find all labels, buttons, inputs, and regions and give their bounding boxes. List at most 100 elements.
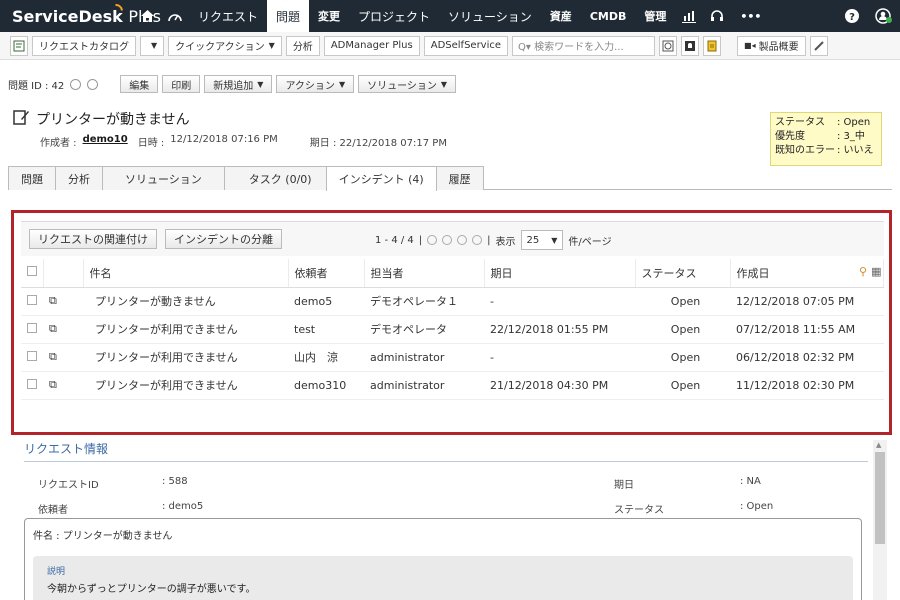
- incident-subject[interactable]: プリンターが利用できません: [83, 371, 288, 400]
- tab-solution[interactable]: ソリューション: [102, 166, 225, 190]
- datetime-value: 12/12/2018 07:16 PM: [170, 134, 278, 145]
- table-row[interactable]: ⧉ プリンターが利用できません 山内 涼 administrator - Ope…: [21, 343, 884, 372]
- tab-history[interactable]: 履歴: [435, 166, 484, 190]
- link-request-button[interactable]: リクエストの関連付け: [29, 229, 157, 249]
- incident-subject[interactable]: プリンターが利用できません: [83, 315, 288, 344]
- brand-logo[interactable]: ServiceDesk Plus: [0, 0, 161, 26]
- incident-technician: デモオペレータ１: [364, 287, 484, 316]
- incident-status: Open: [635, 343, 730, 372]
- external-link-icon[interactable]: ⧉: [43, 371, 83, 400]
- history-icon[interactable]: [659, 35, 678, 56]
- column-created-label: 作成日: [736, 266, 770, 280]
- external-link-icon[interactable]: ⧉: [43, 343, 83, 372]
- tab-incidents[interactable]: インシデント (4): [325, 166, 437, 191]
- scrollbar-thumb[interactable]: [875, 452, 885, 544]
- brand-plus: Plus: [128, 6, 161, 26]
- request-detail-box: 件名 : プリンターが動きません 説明 今朝からずっとプリンターの調子が悪いです…: [24, 518, 862, 600]
- action-button[interactable]: アクション ▼: [276, 75, 355, 93]
- quick-toolbar: リクエストカタログ ▼ クイックアクション ▼ 分析 ADManager Plus…: [0, 32, 900, 60]
- incident-subject[interactable]: プリンターが利用できません: [83, 343, 288, 372]
- column-created-date[interactable]: 作成日 ⚲ ▦: [730, 259, 884, 288]
- print-button[interactable]: 印刷: [162, 75, 201, 93]
- select-all-checkbox[interactable]: [27, 266, 37, 277]
- column-requester[interactable]: 依頼者: [288, 259, 365, 288]
- product-overview-label: 製品概要: [758, 42, 799, 53]
- column-due-date[interactable]: 期日: [484, 259, 636, 288]
- scroll-up-icon[interactable]: ▲: [876, 441, 881, 449]
- column-chooser-icon[interactable]: ▦: [871, 265, 881, 278]
- tab-analysis[interactable]: 分析: [55, 166, 103, 190]
- headset-icon[interactable]: [703, 0, 731, 32]
- incident-technician: デモオペレータ: [364, 315, 484, 344]
- tab-problem[interactable]: 問題: [8, 166, 56, 190]
- adselfservice-button[interactable]: ADSelfService: [423, 35, 509, 56]
- edit-button[interactable]: 編集: [120, 75, 159, 93]
- first-page-icon[interactable]: [427, 235, 438, 245]
- admanager-button[interactable]: ADManager Plus: [323, 35, 420, 56]
- pin-icon[interactable]: [809, 35, 828, 56]
- chevron-down-icon: ▼: [338, 79, 346, 89]
- analysis-button[interactable]: 分析: [285, 35, 320, 56]
- request-info-row: リクエストID : 588 期日 : NA: [24, 476, 868, 491]
- pager-separator: |: [487, 234, 491, 246]
- row-checkbox[interactable]: [27, 322, 37, 333]
- previous-record-icon[interactable]: [70, 78, 82, 90]
- table-row[interactable]: ⧉ プリンターが利用できません demo310 administrator 21…: [21, 371, 884, 400]
- nav-admin[interactable]: 管理: [635, 0, 675, 32]
- new-add-button[interactable]: 新規追加 ▼: [204, 75, 273, 93]
- external-link-icon[interactable]: ⧉: [43, 315, 83, 344]
- nav-changes[interactable]: 変更: [309, 0, 349, 32]
- vertical-scrollbar[interactable]: ▲: [873, 440, 887, 600]
- problem-title-text: プリンターが動きません: [36, 112, 190, 128]
- user-profile-icon[interactable]: [868, 0, 900, 32]
- row-checkbox-cell: [21, 315, 43, 344]
- column-status[interactable]: ステータス: [635, 259, 731, 288]
- nav-cmdb[interactable]: CMDB: [581, 0, 636, 32]
- search-icon[interactable]: ⚲: [859, 265, 867, 278]
- row-checkbox[interactable]: [27, 378, 37, 389]
- status-summary-box: ステータス: Open 優先度: 3_中 既知のエラー: いいえ: [770, 112, 882, 166]
- help-icon[interactable]: ?: [836, 0, 868, 32]
- incident-subject[interactable]: プリンターが動きません: [83, 287, 288, 316]
- nav-solutions[interactable]: ソリューション: [439, 0, 541, 32]
- incident-technician: administrator: [364, 371, 484, 400]
- reports-icon[interactable]: [675, 0, 703, 32]
- table-row[interactable]: ⧉ プリンターが動きません demo5 デモオペレータ１ - Open 12/1…: [21, 287, 884, 316]
- external-link-icon[interactable]: ⧉: [43, 287, 83, 316]
- row-checkbox[interactable]: [27, 350, 37, 361]
- nav-projects[interactable]: プロジェクト: [349, 0, 439, 32]
- clipboard-icon[interactable]: [703, 35, 722, 56]
- new-request-icon[interactable]: [10, 35, 28, 56]
- split-incident-button[interactable]: インシデントの分離: [165, 229, 282, 249]
- table-row[interactable]: ⧉ プリンターが利用できません test デモオペレータ 22/12/2018 …: [21, 315, 884, 344]
- description-text: 今朝からずっとプリンターの調子が悪いです。: [47, 584, 256, 595]
- quick-action-button[interactable]: クイックアクション ▼: [168, 35, 282, 56]
- more-menu[interactable]: •••: [731, 0, 770, 32]
- created-by-link[interactable]: demo10: [83, 134, 128, 149]
- next-page-icon[interactable]: [457, 235, 468, 245]
- product-overview-button[interactable]: ■◂ 製品概要: [737, 35, 806, 56]
- nav-problems[interactable]: 問題: [267, 0, 310, 32]
- dashboard-icon[interactable]: [161, 0, 189, 32]
- solution-button[interactable]: ソリューション ▼: [358, 75, 457, 93]
- request-catalog-button[interactable]: リクエストカタログ: [32, 35, 136, 56]
- bell-icon[interactable]: [681, 35, 700, 56]
- incident-due: -: [484, 343, 635, 372]
- last-page-icon[interactable]: [472, 235, 483, 245]
- request-status-value: : Open: [740, 501, 774, 512]
- column-technician[interactable]: 担当者: [364, 259, 485, 288]
- previous-page-icon[interactable]: [442, 235, 453, 245]
- nav-assets[interactable]: 資産: [541, 0, 581, 32]
- next-record-icon[interactable]: [87, 78, 99, 90]
- per-page-select[interactable]: 25 ▼: [520, 230, 564, 250]
- row-checkbox[interactable]: [27, 294, 37, 305]
- per-page-value: 25: [526, 234, 540, 246]
- search-input[interactable]: Q▾ 検索ワードを入力...: [512, 35, 656, 56]
- column-subject[interactable]: 件名: [83, 259, 289, 288]
- request-catalog-label: リクエストカタログ: [39, 42, 129, 53]
- row-checkbox-cell: [21, 343, 43, 372]
- tab-tasks[interactable]: タスク (0/0): [223, 166, 327, 190]
- incident-requester: 山内 涼: [288, 343, 364, 372]
- nav-requests[interactable]: リクエスト: [189, 0, 267, 32]
- request-catalog-dropdown[interactable]: ▼: [140, 35, 165, 56]
